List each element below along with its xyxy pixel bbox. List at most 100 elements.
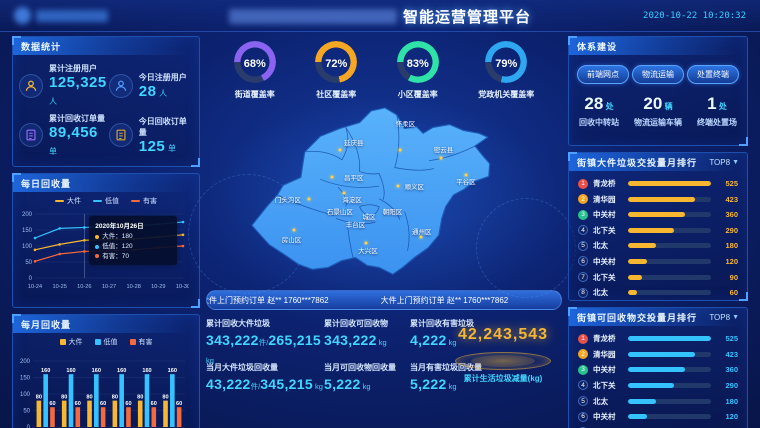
gauge-ring-wrap: 79% — [485, 38, 527, 83]
top8-label: TOP8 — [709, 158, 730, 167]
top8-dropdown[interactable]: TOP8 ▼ — [709, 313, 739, 322]
district-label: 门头沟区 — [275, 194, 301, 204]
svg-text:0: 0 — [29, 276, 33, 282]
site-dot — [331, 176, 334, 179]
svg-text:80: 80 — [162, 395, 168, 401]
monthly-bar-chart: 0501001502002020058016060202006801606020… — [13, 347, 199, 428]
svg-text:50: 50 — [23, 409, 30, 415]
panel-daily-chart: 每日回收量 大件低值有害 05010015020010-2410-2510-26… — [12, 173, 200, 308]
rank-bar-fill — [628, 336, 711, 341]
legend-marker — [95, 339, 101, 345]
gauge-value: 79% — [485, 43, 527, 85]
stat-unit: kg — [377, 338, 387, 347]
rank-bar-fill — [628, 275, 642, 280]
legend-label: 有害 — [139, 337, 153, 347]
rank-bar-track — [628, 414, 711, 419]
rank-row: 4北下关290 — [578, 225, 738, 236]
chevron-down-icon: ▼ — [732, 314, 739, 321]
rank-value: 423 — [716, 350, 738, 359]
tooltip-text: 低值：120 — [102, 242, 132, 252]
svg-text:10-24: 10-24 — [28, 284, 42, 290]
system-stat-value: 1 处 — [697, 94, 737, 114]
rank-bar-track — [628, 243, 711, 248]
district-label: 顺义区 — [405, 181, 425, 191]
district-label: 房山区 — [282, 234, 302, 244]
stat-value: 125 单 — [139, 138, 193, 155]
rank-value: 525 — [716, 179, 738, 188]
ticker-item: 大件上门预约订单 赵** 1760***7862 — [560, 295, 562, 306]
center-stats: 累计回收大件垃圾343,222件/265,215 kg累计回收可回收物343,2… — [206, 318, 562, 410]
rank-value: 120 — [716, 412, 738, 421]
rank-name: 中关村 — [593, 256, 623, 267]
rank-bar-fill — [628, 399, 656, 404]
panel-rank-recyclable-header: 街镇可回收物交投量月排行 TOP8 ▼ — [569, 308, 747, 326]
order-icon — [109, 123, 133, 147]
svg-text:150: 150 — [22, 228, 33, 234]
legend-label: 大件 — [67, 196, 81, 206]
gauge-社区覆盖率: 72%社区覆盖率 — [315, 38, 357, 100]
panel-monthly-chart: 每月回收量 大件低值有害 050100150200202005801606020… — [12, 314, 200, 428]
svg-text:160: 160 — [168, 368, 177, 374]
rank-bar-track — [628, 212, 711, 217]
legend-item-大件[interactable]: 大件 — [60, 337, 83, 347]
panel-data-stats-header: 数据统计 — [13, 37, 199, 55]
system-stat-label: 物流运输车辆 — [634, 117, 682, 128]
stat-label: 累计回收订单量 — [49, 113, 107, 124]
stat-number: 343,222 — [324, 332, 377, 348]
svg-text:10-25: 10-25 — [53, 284, 67, 290]
beijing-map[interactable]: 怀柔区延庆县密云县昌平区顺义区平谷区门头沟区海淀区石景山区城区朝阳区丰台区房山区… — [206, 100, 562, 288]
svg-text:160: 160 — [41, 368, 50, 374]
rank-value: 360 — [716, 210, 738, 219]
stat-number: 43,222 — [206, 376, 251, 392]
rank-row: 3中关村360 — [578, 364, 738, 375]
top8-dropdown[interactable]: TOP8 ▼ — [709, 158, 739, 167]
monthly-legend: 大件 低值 有害 — [13, 333, 199, 347]
rank-bar-fill — [628, 197, 695, 202]
rank-badge: 5 — [578, 396, 588, 406]
rank-value: 180 — [716, 397, 738, 406]
site-dot — [397, 185, 400, 188]
center-stat: 当月可回收物回收量5,222 kg — [324, 362, 410, 406]
rank-bar-fill — [628, 290, 637, 295]
legend-label: 有害 — [143, 196, 157, 206]
rank-badge: 6 — [578, 412, 588, 422]
panel-title: 体系建设 — [577, 40, 617, 53]
svg-text:160: 160 — [92, 368, 101, 374]
tab-物流运输[interactable]: 物流运输 — [632, 65, 684, 84]
map-svg[interactable] — [219, 101, 549, 287]
tab-前端网点[interactable]: 前端网点 — [577, 65, 629, 84]
svg-text:80: 80 — [112, 395, 118, 401]
legend-label: 低值 — [104, 337, 118, 347]
rank-badge: 7 — [578, 272, 588, 282]
system-stat: 28 处回收中转站 — [579, 94, 619, 128]
tab-处置终端[interactable]: 处置终端 — [687, 65, 739, 84]
svg-text:60: 60 — [49, 401, 55, 407]
rank-name: 北太 — [593, 287, 623, 298]
legend-item-有害[interactable]: 有害 — [131, 196, 157, 206]
datetime: 2020-10-22 10:20:32 — [643, 11, 746, 21]
rank-row: 1青龙桥525 — [578, 333, 738, 344]
stat-unit: 单 — [49, 147, 58, 156]
stat-value: 28 人 — [139, 83, 187, 100]
panel-title: 每日回收量 — [21, 177, 71, 190]
legend-marker — [93, 200, 102, 202]
site-dot — [439, 157, 442, 160]
gauge-党政机关覆盖率: 79%党政机关覆盖率 — [478, 38, 534, 100]
center-stat-label: 当月可回收物回收量 — [324, 362, 410, 373]
rank-badge: 2 — [578, 349, 588, 359]
tooltip-text: 有害：70 — [102, 252, 129, 262]
svg-text:10-28: 10-28 — [127, 284, 141, 290]
svg-text:80: 80 — [61, 395, 67, 401]
tooltip-dot — [95, 235, 99, 239]
legend-item-低值[interactable]: 低值 — [93, 196, 119, 206]
stat-text: 今日回收订单量125 单 — [139, 116, 193, 155]
rank-name: 中关村 — [593, 364, 623, 375]
center-column: 68%街道覆盖率72%社区覆盖率83%小区覆盖率79%党政机关覆盖率 — [206, 36, 562, 420]
site-dot — [293, 228, 296, 231]
legend-item-低值[interactable]: 低值 — [95, 337, 118, 347]
legend-item-有害[interactable]: 有害 — [130, 337, 153, 347]
legend-item-大件[interactable]: 大件 — [55, 196, 81, 206]
stat-value: 89,456 单 — [49, 124, 107, 159]
rank-value: 423 — [716, 195, 738, 204]
district-label: 通州区 — [412, 226, 432, 236]
